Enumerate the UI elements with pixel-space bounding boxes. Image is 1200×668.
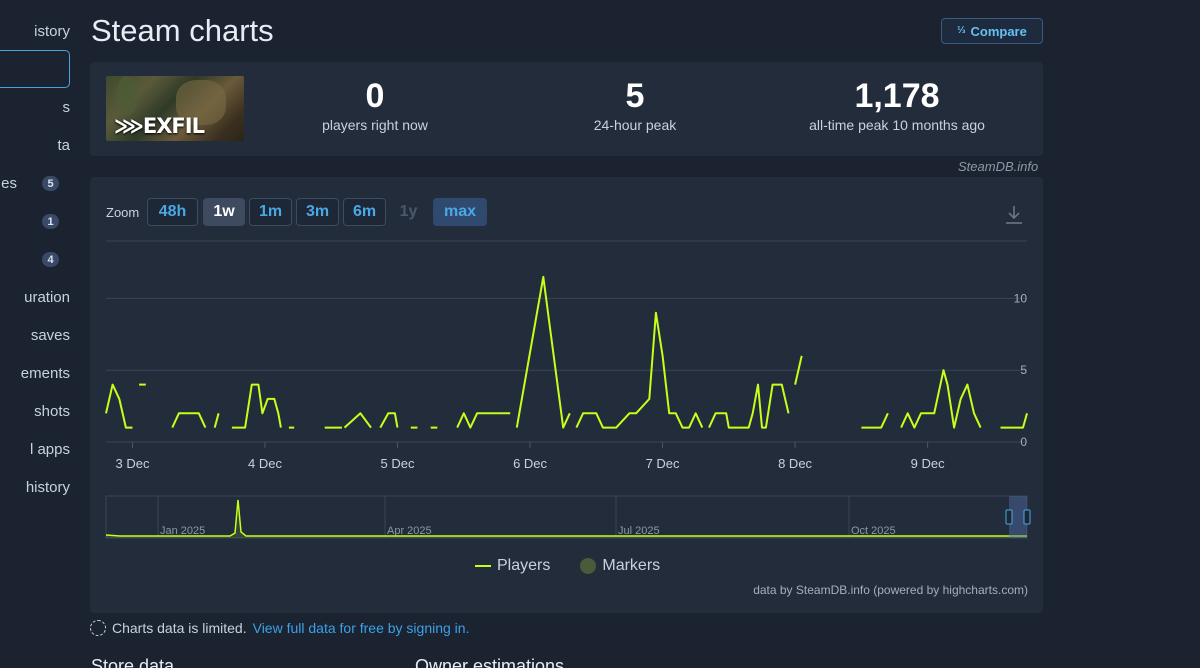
compare-label: Compare: [970, 23, 1027, 39]
players-series-line: [861, 412, 889, 429]
sign-in-link[interactable]: View full data for free by signing in.: [253, 620, 470, 636]
navigator-tick-label: Apr 2025: [387, 525, 432, 537]
steamdb-credit: SteamDB.info: [958, 159, 1039, 174]
sidebar-item-label: istory: [34, 22, 70, 40]
stat-current-players: 0 players right now: [295, 76, 455, 133]
x-tick-label: 4 Dec: [248, 456, 282, 471]
stats-panel: ⋙EXFIL 0 players right now 5 24-hour pea…: [90, 62, 1043, 156]
zoom-1m-button[interactable]: 1m: [249, 198, 292, 226]
sidebar-item[interactable]: shots: [0, 392, 74, 430]
navigator-handle-left: [1005, 509, 1013, 525]
sidebar-item[interactable]: uration: [0, 278, 74, 316]
compare-icon: ⅓: [957, 25, 966, 36]
page-title: Steam charts: [91, 13, 274, 48]
x-tick-label: 3 Dec: [116, 456, 150, 471]
x-tick-label: 8 Dec: [778, 456, 812, 471]
zoom-3m-button[interactable]: 3m: [296, 198, 339, 226]
chart-panel: 0 5 10 3 Dec 4 Dec 5 Dec 6 Dec 7 Dec 8 Dec 9 Dec J…: [90, 177, 1043, 613]
navigator-tick-label: Jan 2025: [160, 525, 205, 537]
data-limited-notice: Charts data is limited. View full data f…: [90, 620, 469, 636]
count-badge: 4: [42, 252, 59, 267]
zoom-6m-button[interactable]: 6m: [343, 198, 386, 226]
game-capsule-image[interactable]: ⋙EXFIL: [106, 76, 244, 141]
navigator-tick-label: Jul 2025: [618, 525, 660, 537]
sidebar-item[interactable]: istory: [0, 12, 74, 50]
y-tick-label: 0: [1020, 435, 1027, 449]
stat-all-time-peak: 1,178 all-time peak 10 months ago: [787, 76, 1007, 133]
chart-credit: data by SteamDB.info (powered by highcha…: [753, 583, 1028, 597]
loading-circle-icon: [90, 620, 106, 636]
sidebar-item-label: uration: [24, 288, 70, 306]
sidebar-item-label: l apps: [29, 440, 70, 458]
sidebar-item[interactable]: ements: [0, 354, 74, 392]
sidebar-item[interactable]: 4: [0, 240, 74, 278]
zoom-48h-button[interactable]: 48h: [147, 198, 198, 226]
store-data-heading: Store data: [91, 656, 175, 668]
sidebar-item[interactable]: history: [0, 468, 74, 506]
players-series-line: [213, 413, 220, 428]
y-tick-label: 5: [1020, 363, 1027, 377]
players-series-line: [900, 369, 982, 429]
players-series-line: [171, 412, 207, 429]
stat-label: players right now: [322, 117, 428, 133]
sidebar-item[interactable]: ta: [0, 126, 74, 164]
sidebar-item[interactable]: l apps: [0, 430, 74, 468]
players-series-line: [708, 383, 790, 429]
stat-label: all-time peak 10 months ago: [809, 117, 985, 133]
players-series-line: [343, 412, 372, 429]
navigator-handle-right: [1023, 509, 1031, 525]
zoom-max-button[interactable]: max: [433, 198, 487, 226]
players-series-line: [456, 412, 511, 429]
sidebar-item-label: es: [1, 174, 17, 192]
zoom-1w-button[interactable]: 1w: [203, 198, 245, 226]
players-series-line: [379, 412, 399, 429]
sidebar-nav: istory s ta es 5 1 4 uration saves ement…: [0, 0, 74, 668]
compare-button[interactable]: ⅓ Compare: [941, 18, 1043, 44]
sidebar-item[interactable]: saves: [0, 316, 74, 354]
stat-value: 5: [625, 77, 645, 115]
y-tick-label: 10: [1014, 291, 1028, 305]
stat-value: 0: [365, 77, 385, 115]
markers-legend-swatch: [580, 558, 597, 574]
players-legend-swatch: [475, 565, 491, 567]
chart-legend: Players Markers: [475, 557, 660, 575]
x-tick-label: 7 Dec: [646, 456, 680, 471]
navigator-tick-label: Oct 2025: [851, 525, 896, 537]
count-badge: 1: [42, 214, 59, 229]
sidebar-item-label: ements: [20, 364, 70, 382]
legend-item-players[interactable]: Players: [497, 557, 550, 575]
sidebar-item[interactable]: s: [0, 88, 74, 126]
legend-item-markers[interactable]: Markers: [602, 557, 660, 575]
game-logo: ⋙EXFIL: [114, 114, 205, 138]
x-tick-label: 6 Dec: [513, 456, 547, 471]
sidebar-item-label: history: [25, 478, 70, 496]
stat-value: 1,178: [854, 77, 940, 115]
sidebar-active-item[interactable]: [0, 50, 70, 88]
count-badge: 5: [42, 176, 59, 191]
download-icon[interactable]: [1004, 204, 1024, 226]
stat-label: 24-hour peak: [593, 117, 677, 133]
zoom-label: Zoom: [106, 205, 140, 220]
players-series-line: [231, 383, 282, 429]
players-series-line: [1000, 413, 1028, 429]
owner-estimations-heading: Owner estimations: [415, 656, 565, 668]
x-tick-label: 5 Dec: [381, 456, 415, 471]
sidebar-item-label: shots: [34, 402, 70, 420]
sidebar-item[interactable]: 1: [0, 202, 74, 240]
x-tick-label: 9 Dec: [911, 456, 945, 471]
sidebar-item-label: ta: [57, 136, 70, 154]
players-series-line: [105, 383, 133, 429]
limited-text: Charts data is limited.: [112, 620, 247, 636]
sidebar-item-label: s: [62, 98, 71, 116]
zoom-1y-button[interactable]: 1y: [392, 198, 425, 226]
players-chart[interactable]: 0 5 10 3 Dec 4 Dec 5 Dec 6 Dec 7 Dec 8 Dec 9 Dec J…: [90, 177, 1043, 613]
sidebar-item[interactable]: es 5: [0, 164, 74, 202]
sidebar-item-label: saves: [30, 326, 70, 344]
players-series-line: [515, 275, 571, 429]
stat-24h-peak: 5 24-hour peak: [555, 76, 715, 133]
